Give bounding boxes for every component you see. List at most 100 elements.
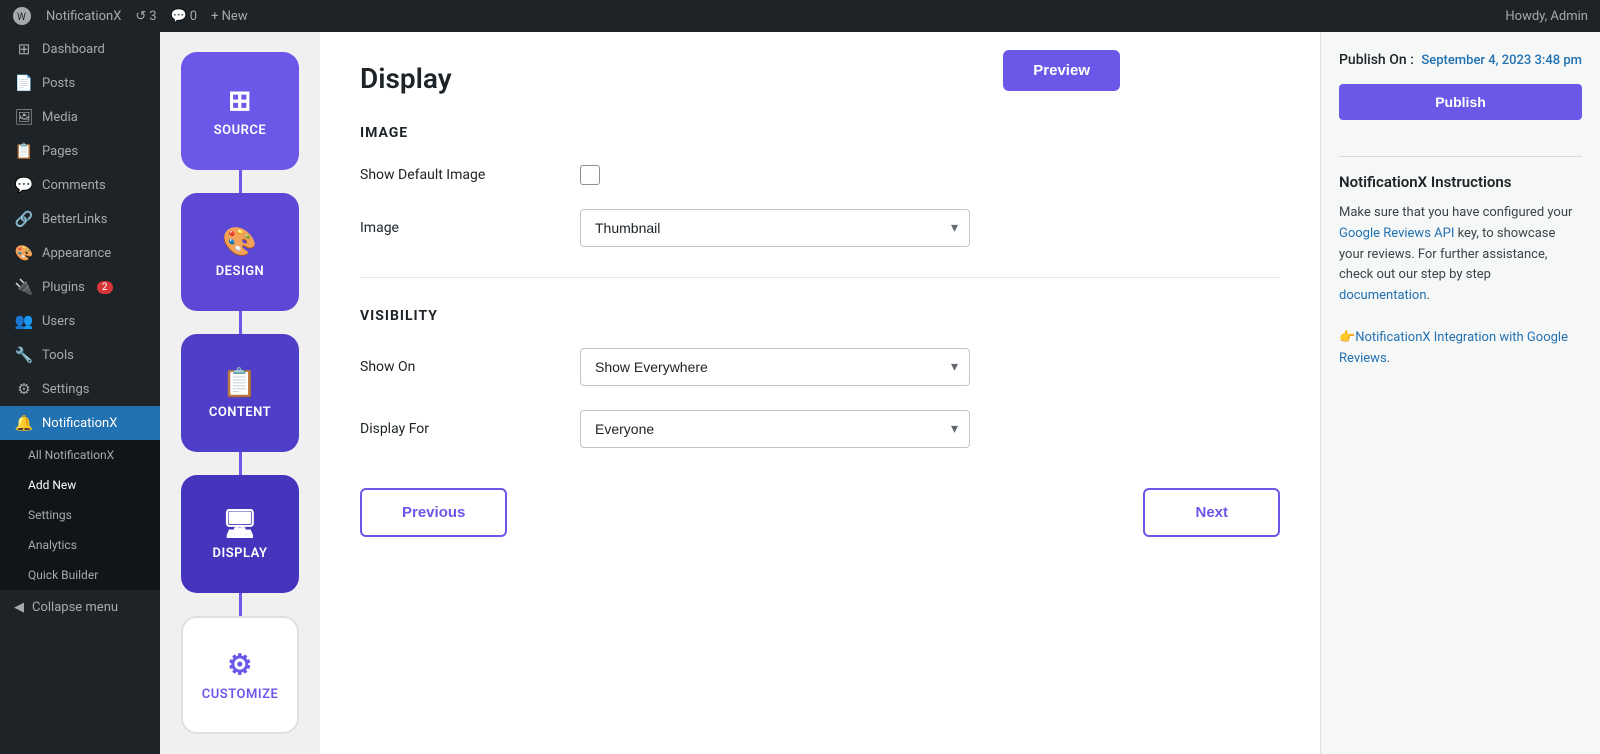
design-step-icon: 🎨 bbox=[222, 225, 257, 258]
publish-button[interactable]: Publish bbox=[1339, 84, 1582, 120]
comment-icon: 💬 bbox=[171, 9, 187, 24]
step-design[interactable]: 🎨 DESIGN bbox=[181, 193, 299, 311]
sidebar-label-plugins: Plugins bbox=[42, 280, 85, 295]
sidebar-item-all-notificationx[interactable]: All NotificationX bbox=[0, 440, 160, 470]
display-for-label: Display For bbox=[360, 421, 560, 437]
site-name[interactable]: NotificationX bbox=[46, 9, 121, 24]
source-step-icon: ⊞ bbox=[228, 84, 252, 117]
new-button[interactable]: + New bbox=[211, 9, 248, 24]
sidebar-item-dashboard[interactable]: ⊞ Dashboard bbox=[0, 32, 160, 66]
next-button[interactable]: Next bbox=[1143, 488, 1280, 537]
notificationx-icon: 🔔 bbox=[14, 414, 34, 432]
step-display[interactable]: 🖥 DISPLAY bbox=[181, 475, 299, 593]
sidebar-item-pages[interactable]: 📋 Pages bbox=[0, 134, 160, 168]
sidebar-item-notificationx[interactable]: 🔔 NotificationX bbox=[0, 406, 160, 440]
google-api-link[interactable]: Google Reviews API bbox=[1339, 226, 1454, 241]
integration-emoji: 👉 bbox=[1339, 330, 1355, 345]
media-icon: 🖼 bbox=[14, 108, 34, 126]
sidebar-item-add-new[interactable]: Add New bbox=[0, 470, 160, 500]
show-default-image-checkbox[interactable] bbox=[580, 165, 600, 185]
admin-bar-right: Howdy, Admin bbox=[1505, 9, 1588, 24]
show-on-control: Show Everywhere Selected Pages Homepage … bbox=[580, 348, 1000, 386]
step-box-design[interactable]: 🎨 DESIGN bbox=[181, 193, 299, 311]
publish-on-row: Publish On : September 4, 2023 3:48 pm bbox=[1339, 52, 1582, 68]
step-box-content[interactable]: 📋 CONTENT bbox=[181, 334, 299, 452]
sidebar-label-tools: Tools bbox=[42, 348, 74, 363]
step-box-customize[interactable]: ⚙ CUSTOMIZE bbox=[181, 616, 299, 734]
show-on-select[interactable]: Show Everywhere Selected Pages Homepage … bbox=[580, 348, 970, 386]
instructions-text-3: . bbox=[1427, 288, 1430, 303]
sidebar-item-quick-builder[interactable]: Quick Builder bbox=[0, 560, 160, 590]
source-step-label: SOURCE bbox=[214, 123, 267, 138]
integration-link[interactable]: NotificationX Integration with Google Re… bbox=[1339, 330, 1568, 366]
publish-on-label: Publish On : bbox=[1339, 52, 1414, 68]
sidebar-item-appearance[interactable]: 🎨 Appearance bbox=[0, 236, 160, 270]
step-box-display[interactable]: 🖥 DISPLAY bbox=[181, 475, 299, 593]
documentation-link[interactable]: documentation bbox=[1339, 288, 1427, 303]
right-divider bbox=[1339, 156, 1582, 157]
collapse-menu-button[interactable]: ◀ Collapse menu bbox=[0, 590, 160, 625]
step-connector-3 bbox=[239, 452, 242, 475]
sidebar-item-betterlinks[interactable]: 🔗 BetterLinks bbox=[0, 202, 160, 236]
revision-count[interactable]: ↺ 3 bbox=[135, 9, 156, 24]
sidebar-item-tools[interactable]: 🔧 Tools bbox=[0, 338, 160, 372]
wp-logo-icon[interactable]: W bbox=[12, 6, 32, 26]
sidebar: ⊞ Dashboard 📄 Posts 🖼 Media 📋 Pages 💬 Co… bbox=[0, 32, 160, 754]
appearance-icon: 🎨 bbox=[14, 244, 34, 262]
sidebar-item-media[interactable]: 🖼 Media bbox=[0, 100, 160, 134]
dashboard-icon: ⊞ bbox=[14, 40, 34, 58]
analytics-label: Analytics bbox=[28, 538, 77, 552]
step-box-source[interactable]: ⊞ SOURCE bbox=[181, 52, 299, 170]
sidebar-item-posts[interactable]: 📄 Posts bbox=[0, 66, 160, 100]
quick-builder-label: Quick Builder bbox=[28, 568, 98, 582]
sidebar-item-analytics[interactable]: Analytics bbox=[0, 530, 160, 560]
show-default-image-row: Show Default Image bbox=[360, 165, 1280, 185]
admin-bar: W NotificationX ↺ 3 💬 0 + New Howdy, Adm… bbox=[0, 0, 1600, 32]
image-select-control: Thumbnail Full Medium None ▾ bbox=[580, 209, 1000, 247]
sidebar-submenu-notificationx: All NotificationX Add New Settings Analy… bbox=[0, 440, 160, 590]
sidebar-label-settings: Settings bbox=[42, 382, 89, 397]
publish-date: September 4, 2023 3:48 pm bbox=[1421, 53, 1582, 68]
sidebar-item-comments[interactable]: 💬 Comments bbox=[0, 168, 160, 202]
pages-icon: 📋 bbox=[14, 142, 34, 160]
display-for-control: Everyone Logged In Users Logged Out User… bbox=[580, 410, 1000, 448]
customize-step-label: CUSTOMIZE bbox=[202, 687, 279, 702]
image-row: Image Thumbnail Full Medium None ▾ bbox=[360, 209, 1280, 247]
instructions-text: Make sure that you have configured your … bbox=[1339, 203, 1582, 369]
integration-text-2: . bbox=[1387, 351, 1390, 366]
design-step-label: DESIGN bbox=[216, 264, 265, 279]
plugins-icon: 🔌 bbox=[14, 278, 34, 296]
instructions-text-1: Make sure that you have configured your bbox=[1339, 205, 1572, 220]
posts-icon: 📄 bbox=[14, 74, 34, 92]
sidebar-label-pages: Pages bbox=[42, 144, 78, 159]
tools-icon: 🔧 bbox=[14, 346, 34, 364]
sidebar-label-users: Users bbox=[42, 314, 75, 329]
step-customize[interactable]: ⚙ CUSTOMIZE bbox=[181, 616, 299, 734]
show-on-label: Show On bbox=[360, 359, 560, 375]
display-step-icon: 🖥 bbox=[222, 507, 258, 540]
steps-sidebar: ⊞ SOURCE 🎨 DESIGN 📋 CONTENT bbox=[160, 32, 320, 754]
visibility-section-title: VISIBILITY bbox=[360, 308, 1280, 324]
preview-button[interactable]: Preview bbox=[1003, 50, 1120, 91]
image-select[interactable]: Thumbnail Full Medium None bbox=[580, 209, 970, 247]
settings-sub-label: Settings bbox=[28, 508, 72, 522]
step-source[interactable]: ⊞ SOURCE bbox=[181, 52, 299, 170]
sidebar-item-settings-sub[interactable]: Settings bbox=[0, 500, 160, 530]
previous-button[interactable]: Previous bbox=[360, 488, 507, 537]
collapse-icon: ◀ bbox=[14, 600, 24, 615]
sidebar-item-users[interactable]: 👥 Users bbox=[0, 304, 160, 338]
sidebar-label-comments: Comments bbox=[42, 178, 106, 193]
revision-icon: ↺ bbox=[135, 9, 146, 24]
sidebar-item-plugins[interactable]: 🔌 Plugins 2 bbox=[0, 270, 160, 304]
display-for-select[interactable]: Everyone Logged In Users Logged Out User… bbox=[580, 410, 970, 448]
main-wrapper: ⊞ Dashboard 📄 Posts 🖼 Media 📋 Pages 💬 Co… bbox=[0, 32, 1600, 754]
comment-count[interactable]: 💬 0 bbox=[171, 9, 198, 24]
step-connector-1 bbox=[239, 170, 242, 193]
display-step-label: DISPLAY bbox=[212, 546, 267, 561]
betterlinks-icon: 🔗 bbox=[14, 210, 34, 228]
content-step-icon: 📋 bbox=[222, 366, 257, 399]
step-content[interactable]: 📋 CONTENT bbox=[181, 334, 299, 452]
step-connector-4 bbox=[239, 593, 242, 616]
users-icon: 👥 bbox=[14, 312, 34, 330]
sidebar-item-settings[interactable]: ⚙ Settings bbox=[0, 372, 160, 406]
